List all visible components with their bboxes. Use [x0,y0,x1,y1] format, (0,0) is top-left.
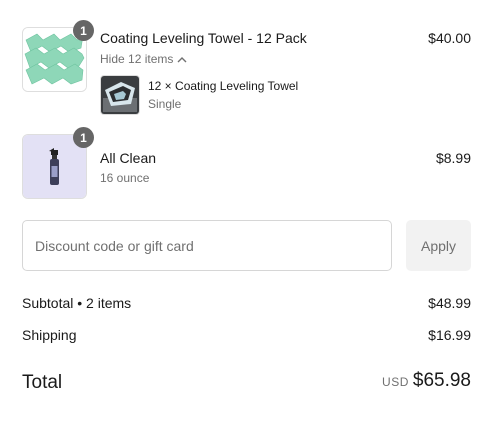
total-row: Total USD $65.98 [22,370,471,396]
chevron-up-icon [177,56,187,62]
product-title: All Clean [100,150,157,166]
product-price: $8.99 [435,150,471,166]
product-title: Coating Leveling Towel - 12 Pack [100,30,307,46]
subtotal-value: $48.99 [428,295,471,311]
apply-discount-button[interactable]: Apply [406,220,471,271]
hide-items-toggle[interactable]: Hide 12 items [100,52,187,66]
currency-code: USD [382,375,409,389]
quantity-badge: 1 [73,20,94,41]
product-thumbnail: 1 [22,127,94,199]
towel-photo-image [101,76,139,114]
product-thumbnail: 1 [22,20,94,92]
total-label: Total [22,372,63,393]
product-variant: 16 ounce [100,171,150,185]
quantity-badge: 1 [73,127,94,148]
subtotal-label: Subtotal • 2 items [22,295,132,311]
shipping-row: Shipping $16.99 [22,327,471,347]
total-amount: USD $65.98 [382,370,471,392]
subtotal-row: Subtotal • 2 items $48.99 [22,295,471,315]
bundle-thumbnail [100,75,140,115]
line-item-towel: 1 Coating Leveling Towel - 12 Pack Hide … [22,20,471,119]
total-value: $65.98 [412,370,471,391]
product-price: $40.00 [428,30,471,46]
toggle-label: Hide 12 items [100,52,174,66]
bundle-item: 12 × Coating Leveling Towel Single [100,75,400,117]
discount-code-input[interactable] [22,220,392,271]
bundle-variant: Single [148,97,182,111]
bundle-title: 12 × Coating Leveling Towel [148,79,299,93]
line-item-all-clean: 1 All Clean 16 ounce $8.99 [22,127,471,199]
shipping-value: $16.99 [428,327,471,343]
shipping-label: Shipping [22,327,77,343]
